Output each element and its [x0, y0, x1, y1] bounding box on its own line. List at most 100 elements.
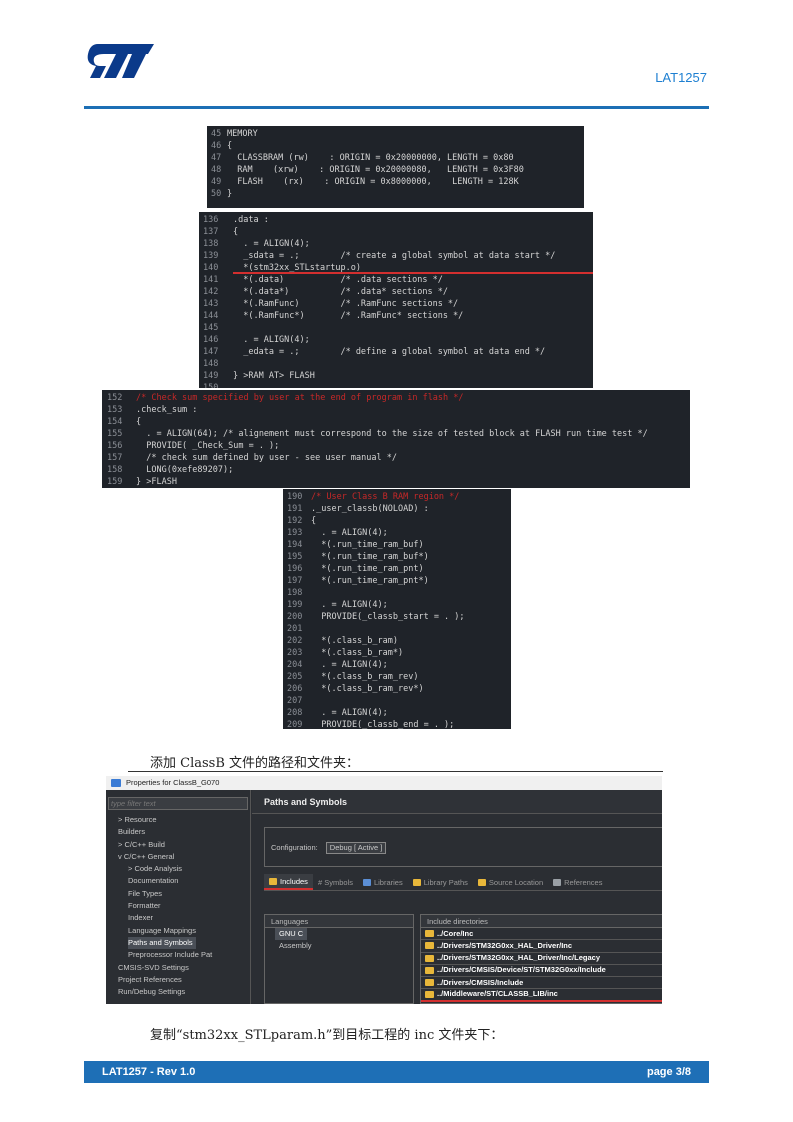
folder-icon	[425, 991, 434, 999]
code-line: 206 *(.class_b_ram_rev*)	[283, 683, 511, 695]
language-item[interactable]: GNU C	[275, 928, 308, 940]
line-number: 192	[287, 516, 303, 526]
line-number: 141	[203, 275, 219, 285]
code-line: 208 . = ALIGN(4);	[283, 707, 511, 719]
line-number: 206	[287, 684, 303, 694]
code-text: *(.class_b_ram_rev*)	[311, 684, 424, 694]
tab-label: Libraries	[373, 877, 403, 887]
include-path: ../Drivers/CMSIS/Device/ST/STM32G0xx/Inc…	[437, 965, 606, 975]
code-line: 199 . = ALIGN(4);	[283, 599, 511, 611]
include-directory-item[interactable]: ../Drivers/STM32G0xx_HAL_Driver/Inc	[421, 940, 662, 953]
code-line: 156 PROVIDE( _Check_Sum = . );	[102, 440, 690, 452]
tree-item[interactable]: Paths and Symbols	[128, 936, 196, 950]
code-line: 146 . = ALIGN(4);	[199, 334, 593, 346]
include-directory-item[interactable]: ../Middleware/ST/CLASSB_LIB/inc	[421, 989, 662, 1002]
tab-label: Includes	[280, 876, 308, 886]
line-number: 136	[203, 215, 219, 225]
line-number: 158	[107, 465, 123, 475]
include-directory-item[interactable]: ../Drivers/CMSIS/Device/ST/STM32G0xx/Inc…	[421, 965, 662, 978]
tree-item[interactable]: > Code Analysis	[128, 863, 250, 875]
languages-header: Languages	[265, 915, 413, 928]
code-text: *(stm32xx_STLstartup.o)	[233, 262, 593, 274]
line-number: 146	[203, 335, 219, 345]
code-text: {	[311, 516, 317, 526]
include-directory-item[interactable]: ../Core/Inc	[421, 928, 662, 941]
tree-item[interactable]: Indexer	[128, 912, 250, 924]
line-number: 153	[107, 405, 123, 415]
settings-tab[interactable]: Libraries	[358, 874, 408, 890]
code-line: 139 _sdata = .; /* create a global symbo…	[199, 250, 593, 262]
line-number: 200	[287, 612, 303, 622]
settings-tab[interactable]: Source Location	[473, 874, 548, 890]
code-line: 149} >RAM AT> FLASH	[199, 370, 593, 382]
line-number: 194	[287, 540, 303, 550]
code-text: *(.run_time_ram_buf)	[311, 540, 424, 550]
code-text: /* User Class B RAM region */	[311, 492, 460, 502]
line-number: 196	[287, 564, 303, 574]
tree-item[interactable]: Project References	[118, 974, 250, 986]
code-line: 153 .check_sum :	[102, 404, 690, 416]
page-title: Paths and Symbols	[252, 790, 662, 814]
filter-input[interactable]: type filter text	[108, 797, 248, 810]
code-block-user-classb: 190 /* User Class B RAM region */ 191 ._use…	[283, 489, 511, 729]
code-text: . = ALIGN(4);	[311, 600, 388, 610]
code-line: 204 . = ALIGN(4);	[283, 659, 511, 671]
tree-item[interactable]: Preprocessor Include Pat	[128, 949, 250, 961]
code-text: . = ALIGN(4);	[233, 239, 310, 249]
tree-item[interactable]: > C/C++ Build	[118, 839, 250, 851]
settings-tab[interactable]: References	[548, 874, 607, 890]
line-number: 156	[107, 441, 123, 451]
line-number: 193	[287, 528, 303, 538]
tree-item[interactable]: Run/Debug Settings	[118, 986, 250, 998]
line-number: 145	[203, 323, 219, 333]
include-directory-item[interactable]: ../Drivers/STM32G0xx_HAL_Driver/Inc/Lega…	[421, 953, 662, 965]
line-number: 144	[203, 311, 219, 321]
line-number: 138	[203, 239, 219, 249]
tree-item[interactable]: Language Mappings	[128, 925, 250, 937]
code-line: 159} >FLASH	[102, 476, 690, 488]
code-text: . = ALIGN(4);	[233, 335, 310, 345]
settings-tabs: Includes # Symbols Libraries Library Paths S…	[264, 874, 662, 891]
code-line: 137 {	[199, 226, 593, 238]
code-line: 157 /* check sum defined by user - see u…	[102, 452, 690, 464]
tree-item[interactable]: v C/C++ General	[118, 851, 250, 863]
code-text: *(.RamFunc*) /* .RamFunc* sections */	[233, 311, 464, 321]
line-number: 149	[203, 371, 219, 381]
code-line: 47 CLASSBRAM (rw) : ORIGIN = 0x20000000,…	[207, 152, 584, 164]
tree-item[interactable]: Formatter	[128, 900, 250, 912]
settings-tab[interactable]: # Symbols	[313, 874, 358, 890]
code-text: RAM (xrw) : ORIGIN = 0x20000080, LENGTH …	[227, 165, 524, 175]
tree-item[interactable]: > Resource	[118, 814, 250, 826]
code-line: 158 LONG(0xefe89207);	[102, 464, 690, 476]
paths-symbols-pane: Paths and Symbols Configuration: Debug […	[252, 790, 662, 1004]
settings-tab[interactable]: Library Paths	[408, 874, 473, 890]
code-text: }	[227, 189, 233, 199]
line-number: 137	[203, 227, 219, 237]
folder-icon	[425, 954, 434, 962]
code-line: 152 /* Check sum specified by user at the…	[102, 392, 690, 404]
configuration-select[interactable]: Debug [ Active ]	[325, 842, 387, 854]
tree-item[interactable]: Documentation	[128, 875, 250, 887]
settings-tab[interactable]: Includes	[264, 874, 313, 890]
include-path: ../Middleware/ST/CLASSB_LIB/inc	[437, 989, 558, 999]
tab-icon	[553, 878, 562, 886]
property-tree: > Resource Builders > C/C++ Build v C/C++ G…	[106, 814, 250, 998]
tree-item[interactable]: CMSIS-SVD Settings	[118, 962, 250, 974]
line-number: 142	[203, 287, 219, 297]
code-line: 136 .data :	[199, 214, 593, 226]
code-text: /* check sum defined by user - see user …	[136, 453, 397, 463]
header-rule	[84, 106, 709, 109]
code-line: 195 *(.run_time_ram_buf*)	[283, 551, 511, 563]
tree-item[interactable]: File Types	[128, 888, 250, 900]
tree-item[interactable]: Builders	[118, 826, 250, 838]
include-path: ../Drivers/STM32G0xx_HAL_Driver/Inc	[437, 940, 573, 950]
code-text: {	[233, 227, 239, 237]
line-number: 147	[203, 347, 219, 357]
footer-page-number: page 3/8	[646, 1066, 691, 1078]
code-text: _edata = .; /* define a global symbol at…	[233, 347, 546, 357]
code-text: ._user_classb(NOLOAD) :	[311, 504, 429, 514]
language-item[interactable]: Assembly	[265, 940, 413, 952]
tab-icon	[362, 878, 371, 886]
code-text: . = ALIGN(4);	[311, 528, 388, 538]
